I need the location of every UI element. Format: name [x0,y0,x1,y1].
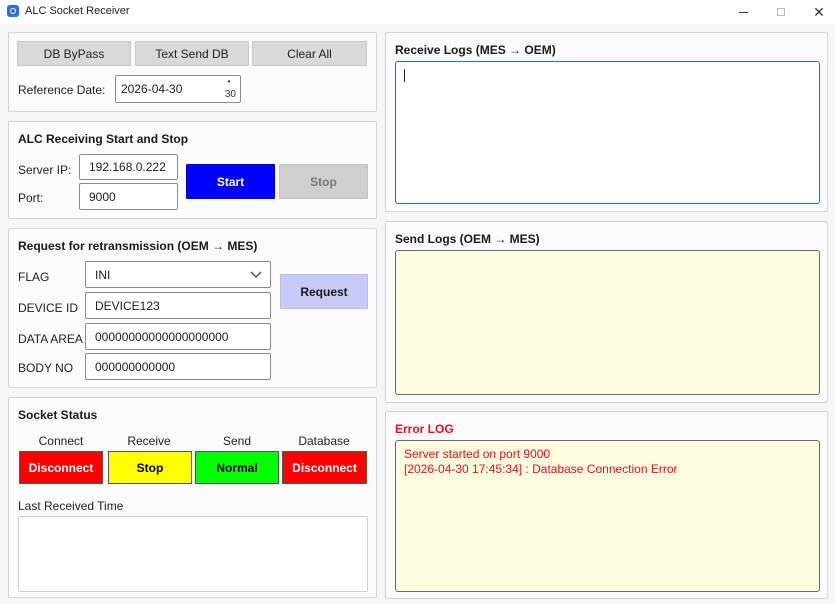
window-title: ALC Socket Receiver [25,5,130,17]
maximize-icon [777,8,785,16]
alc-panel: ALC Receiving Start and Stop Server IP: … [8,121,377,219]
device-id-label: DEVICE ID [18,301,79,315]
receive-status-badge: Stop [108,451,192,484]
minimize-button[interactable] [723,0,763,24]
send-logs-panel: Send Logs (OEM → MES) [385,221,828,403]
start-button[interactable]: Start [186,164,275,199]
error-log-panel: Error LOG Server started on port 9000 [2… [385,411,828,599]
close-icon: ✕ [813,3,825,20]
close-button[interactable]: ✕ [799,0,835,24]
reference-date-picker[interactable]: 2026-04-30 • 30 [115,75,241,103]
socket-status-panel: Socket Status Connect Receive Send Datab… [8,397,377,598]
database-header: Database [298,434,350,448]
last-received-time-box [18,516,368,592]
send-header: Send [222,434,252,448]
chevron-down-icon [250,271,262,278]
error-log-textarea[interactable]: Server started on port 9000 [2026-04-30 … [395,440,820,592]
db-bypass-button[interactable]: DB ByPass [17,41,131,66]
reference-date-value: 2026-04-30 [121,82,183,96]
error-log-line: [2026-04-30 17:45:34] : Database Connect… [404,462,678,476]
retransmission-panel: Request for retransmission (OEM → MES) F… [8,228,377,388]
minimize-icon [738,11,748,13]
send-logs-textarea[interactable] [395,250,820,395]
database-status-badge: Disconnect [282,451,367,484]
body-no-input[interactable]: 000000000000 [85,353,271,380]
main-content: DB ByPass Text Send DB Clear All Referen… [0,24,835,604]
retransmission-panel-title: Request for retransmission (OEM → MES) [18,239,258,253]
flag-label: FLAG [18,270,50,284]
app-icon [7,5,19,17]
receive-logs-panel: Receive Logs (MES → OEM) [385,32,828,212]
reference-date-label: Reference Date: [18,83,106,97]
server-ip-input[interactable]: 192.168.0.222 [79,154,178,180]
data-area-input[interactable]: 00000000000000000000 [85,323,271,350]
port-input[interactable]: 9000 [79,183,178,210]
server-ip-label: Server IP: [18,163,72,177]
clear-all-button[interactable]: Clear All [252,41,367,66]
error-log-title: Error LOG [395,422,454,436]
send-logs-title: Send Logs (OEM → MES) [395,232,540,246]
stop-button[interactable]: Stop [279,164,368,199]
spin-up-icon[interactable]: • [223,78,235,86]
maximize-button[interactable] [761,0,801,24]
socket-status-title: Socket Status [18,408,98,422]
date-spin-value[interactable]: 30 [225,89,236,100]
data-area-label: DATA AREA [18,332,83,346]
receive-logs-textarea[interactable] [395,61,820,204]
device-id-input[interactable]: DEVICE123 [85,292,271,319]
error-log-line: Server started on port 9000 [404,447,551,461]
flag-select[interactable]: INI [85,261,271,288]
request-button[interactable]: Request [280,274,368,309]
receive-logs-title: Receive Logs (MES → OEM) [395,43,556,57]
text-send-db-button[interactable]: Text Send DB [135,41,249,66]
toolbar-panel: DB ByPass Text Send DB Clear All Referen… [8,32,377,112]
title-bar: ALC Socket Receiver ✕ [0,0,835,24]
connect-status-badge: Disconnect [19,451,103,484]
receive-header: Receive [127,434,171,448]
connect-header: Connect [38,434,84,448]
flag-value: INI [95,267,111,282]
last-received-time-label: Last Received Time [18,499,124,513]
port-label: Port: [18,191,44,205]
send-status-badge: Normal [195,451,279,484]
text-cursor [404,69,405,82]
alc-panel-title: ALC Receiving Start and Stop [18,132,189,146]
body-no-label: BODY NO [18,361,74,375]
